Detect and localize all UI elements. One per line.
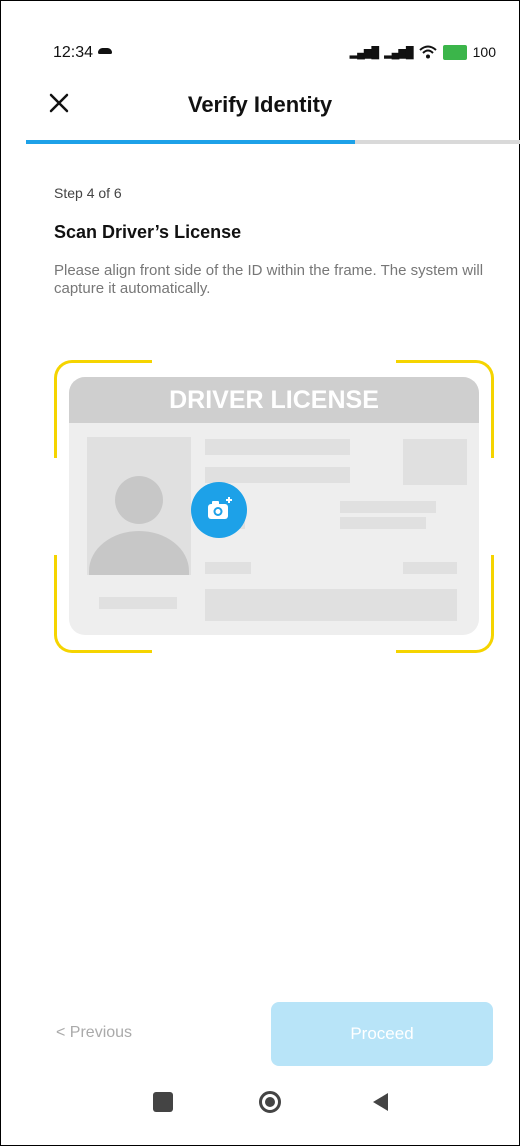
- person-head-icon: [115, 476, 163, 524]
- camera-add-icon: [208, 497, 232, 519]
- home-icon[interactable]: [259, 1091, 281, 1113]
- progress-bar: [26, 140, 520, 144]
- placeholder-line: [340, 517, 426, 529]
- wifi-icon: [418, 45, 437, 59]
- license-card-illustration: DRIVER LICENSE: [69, 377, 479, 635]
- step-label: Step 4 of 6: [54, 185, 122, 201]
- signal-icon: ▂▄▆█: [349, 46, 379, 59]
- previous-label: Previous: [69, 1024, 133, 1041]
- placeholder-line: [205, 562, 251, 574]
- chevron-left-icon: <: [56, 1024, 66, 1041]
- placeholder-line: [205, 467, 350, 483]
- recents-icon[interactable]: [153, 1092, 173, 1112]
- placeholder-line: [99, 597, 177, 609]
- photo-placeholder: [87, 437, 191, 575]
- person-body-icon: [89, 531, 189, 575]
- card-header: DRIVER LICENSE: [69, 377, 479, 423]
- back-icon[interactable]: [373, 1093, 388, 1111]
- status-time: 12:34: [53, 44, 94, 61]
- placeholder-block: [403, 439, 467, 485]
- placeholder-line: [205, 439, 350, 455]
- signal-icon: ▂▄▆█: [384, 46, 413, 59]
- placeholder-line: [403, 562, 457, 574]
- previous-button[interactable]: < Previous: [56, 1024, 132, 1042]
- proceed-button[interactable]: Proceed: [271, 1002, 493, 1066]
- battery-level: 100: [472, 44, 496, 60]
- section-heading: Scan Driver’s License: [54, 222, 242, 242]
- cloud-icon: [98, 48, 112, 54]
- placeholder-block: [205, 589, 457, 621]
- page-title: Verify Identity: [187, 92, 333, 117]
- placeholder-line: [340, 501, 436, 513]
- camera-capture-button[interactable]: [191, 482, 247, 538]
- scan-frame[interactable]: DRIVER LICENSE: [54, 360, 494, 653]
- instruction-text: Please align front side of the ID within…: [54, 262, 484, 297]
- battery-charging-icon: [442, 44, 467, 60]
- progress-fill: [26, 140, 356, 144]
- status-icons: ▂▄▆█ ▂▄▆█ 100: [350, 44, 496, 60]
